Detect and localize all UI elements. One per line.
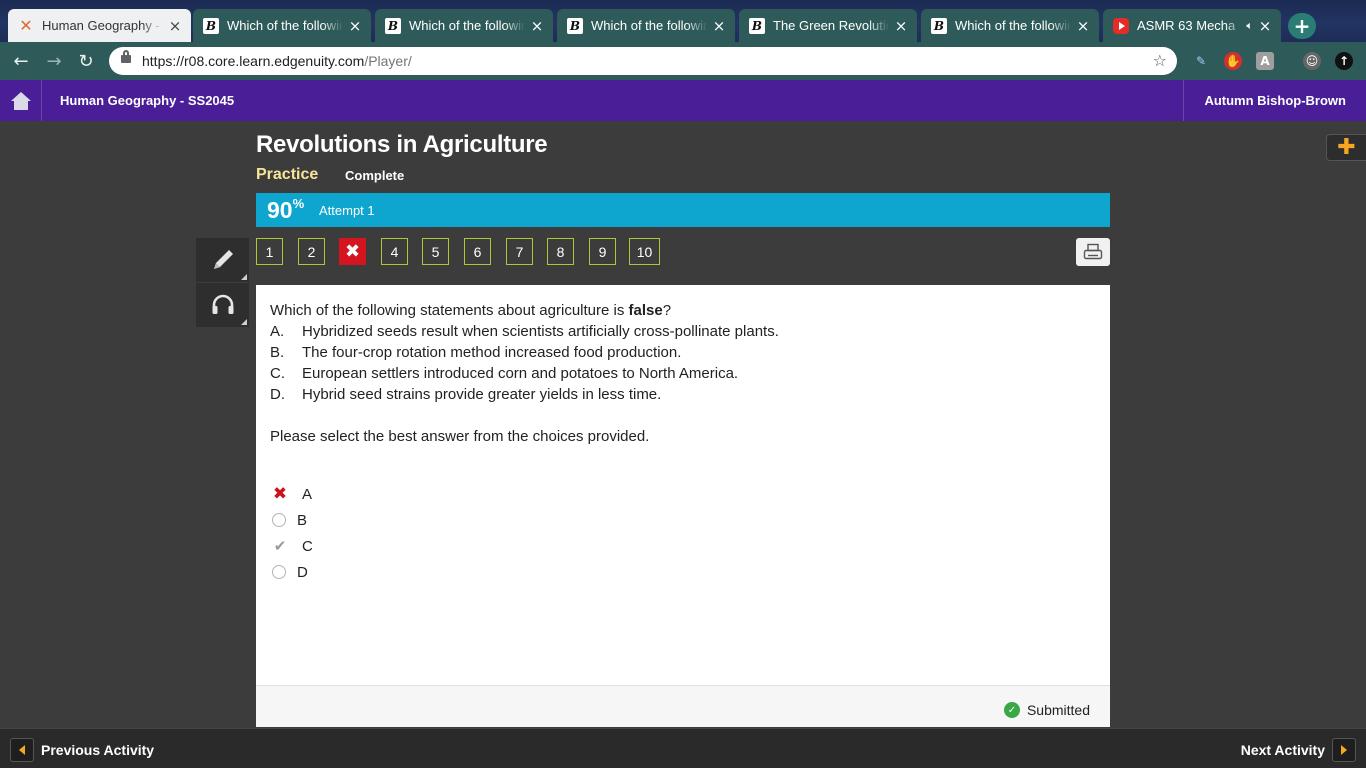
question-3-incorrect-button[interactable]: ✖ [339,238,366,265]
back-arrow-icon[interactable]: ← [10,50,32,72]
close-tab-icon[interactable]: × [167,17,183,35]
tab-title: The Green Revolution [773,18,889,33]
course-title: Human Geography - SS2045 [60,93,235,108]
attempt-label: Attempt 1 [319,203,375,218]
print-button[interactable] [1076,238,1110,266]
next-activity-button[interactable]: Next Activity [1241,738,1356,762]
question-9-button[interactable]: 9 [589,238,616,265]
check-circle-icon: ✓ [1003,702,1020,718]
printer-icon [1083,243,1103,260]
activity-state: Complete [345,168,405,183]
arrow-right-icon [1332,738,1356,762]
student-name[interactable]: Autumn Bishop-Brown [1183,80,1366,121]
adblock-extension-icon[interactable]: ✋ [1224,52,1242,70]
activity-navigation-bar: Previous Activity Next Activity [0,728,1366,768]
browser-tab-brainly-4[interactable]: B Which of the following × [921,9,1099,42]
bookmark-star-icon[interactable]: ☆ [1153,51,1167,70]
brainly-b-icon: B [749,17,765,34]
headphones-icon [212,294,233,314]
close-tab-icon[interactable]: × [893,17,909,35]
address-bar[interactable]: https://r08.core.learn.edgenuity.com/Pla… [109,47,1177,75]
question-2-button[interactable]: 2 [298,238,325,265]
previous-activity-button[interactable]: Previous Activity [10,738,154,762]
choice-b-text: B. The four-crop rotation method increase… [270,344,682,361]
close-tab-icon[interactable]: × [1257,17,1273,35]
browser-tab-green-revolution[interactable]: B The Green Revolution × [739,9,917,42]
browser-tab-brainly-2[interactable]: B Which of the following × [375,9,553,42]
answer-option-d[interactable]: D [272,562,308,582]
choice-d-text: D. Hybrid seed strains provide greater yi… [270,386,662,403]
brainly-b-icon: B [203,17,219,34]
question-8-button[interactable]: 8 [547,238,574,265]
answer-label: D [297,563,308,581]
question-panel: Which of the following statements about … [256,285,1110,727]
score-value: 90% [267,196,305,223]
choice-a-text: A. Hybridized seeds result when scientist… [270,323,779,340]
home-icon [10,91,31,110]
browser-toolbar: ← → ↻ https://r08.core.learn.edgenuity.c… [0,42,1366,80]
arrow-left-icon [10,738,34,762]
browser-tab-human-geography[interactable]: ✕ Human Geography - × [8,9,191,42]
incorrect-x-icon: ✖ [272,484,288,504]
home-button[interactable] [0,80,42,121]
browser-tab-brainly-3[interactable]: B Which of the following × [557,9,735,42]
brainly-b-icon: B [567,17,583,34]
answer-option-a[interactable]: ✖ A [272,484,312,504]
answer-option-c[interactable]: ✔ C [272,536,313,556]
app-header: Human Geography - SS2045 Autumn Bishop-B… [0,80,1366,121]
answer-instruction: Please select the best answer from the c… [270,428,650,445]
profile-avatar-icon[interactable]: ☺ [1303,52,1321,70]
expand-plus-button[interactable]: ✚ [1326,134,1366,161]
audio-tool-button[interactable] [196,283,249,327]
close-tab-icon[interactable]: × [711,17,727,35]
answer-option-b[interactable]: B [272,510,307,530]
update-arrow-icon[interactable]: ↑ [1335,52,1353,70]
speaker-icon[interactable]: 🔈︎ [1246,19,1253,33]
submission-status: ✓ Submitted [1003,702,1090,718]
answer-label: A [302,485,313,503]
tab-title: Which of the following [227,18,343,33]
tab-title: Which of the following [409,18,525,33]
score-bar: 90% Attempt 1 [256,193,1110,227]
correct-check-icon: ✔ [273,537,287,555]
new-tab-button[interactable]: + [1288,13,1316,39]
brainly-b-icon: B [385,17,401,34]
answer-label: B [297,511,308,529]
choice-c-text: C. European settlers introduced corn and … [270,365,739,382]
url-text[interactable]: https://r08.core.learn.edgenuity.com/Pla… [142,53,412,69]
question-1-button[interactable]: 1 [256,238,283,265]
pen-extension-icon[interactable]: ✎ [1192,52,1210,70]
question-5-button[interactable]: 5 [422,238,449,265]
browser-tab-strip: ✕ Human Geography - × B Which of the fol… [0,0,1366,42]
question-7-button[interactable]: 7 [506,238,533,265]
forward-arrow-icon[interactable]: → [43,50,65,72]
activity-mode: Practice [256,166,319,183]
question-stem: Which of the following statements about … [270,302,672,319]
question-footer: ✓ Submitted [256,685,1110,727]
lock-icon [121,50,131,63]
radio-button[interactable] [272,565,286,579]
pencil-icon [213,250,233,269]
tab-title: Human Geography - [42,18,160,33]
browser-tab-youtube[interactable]: ASMR 63 Mecha 🔈︎ × [1103,9,1281,42]
lesson-title: Revolutions in Agriculture [256,131,548,158]
tab-title: Which of the following [955,18,1071,33]
question-6-button[interactable]: 6 [464,238,491,265]
close-tab-icon[interactable]: × [529,17,545,35]
answer-label: C [302,537,313,555]
edgenuity-x-icon: ✕ [19,16,33,35]
annotate-tool-button[interactable] [196,238,249,282]
radio-button[interactable] [272,513,286,527]
question-10-button[interactable]: 10 [629,238,660,265]
reload-icon[interactable]: ↻ [75,50,97,72]
question-4-button[interactable]: 4 [381,238,408,265]
close-tab-icon[interactable]: × [1075,17,1091,35]
youtube-icon [1113,17,1129,34]
brainly-b-icon: B [931,17,947,34]
tab-title: Which of the following [591,18,707,33]
tab-title: ASMR 63 Mecha [1137,18,1236,33]
close-tab-icon[interactable]: × [347,17,363,35]
browser-tab-brainly-1[interactable]: B Which of the following × [193,9,371,42]
translate-extension-icon[interactable]: A [1256,52,1274,70]
